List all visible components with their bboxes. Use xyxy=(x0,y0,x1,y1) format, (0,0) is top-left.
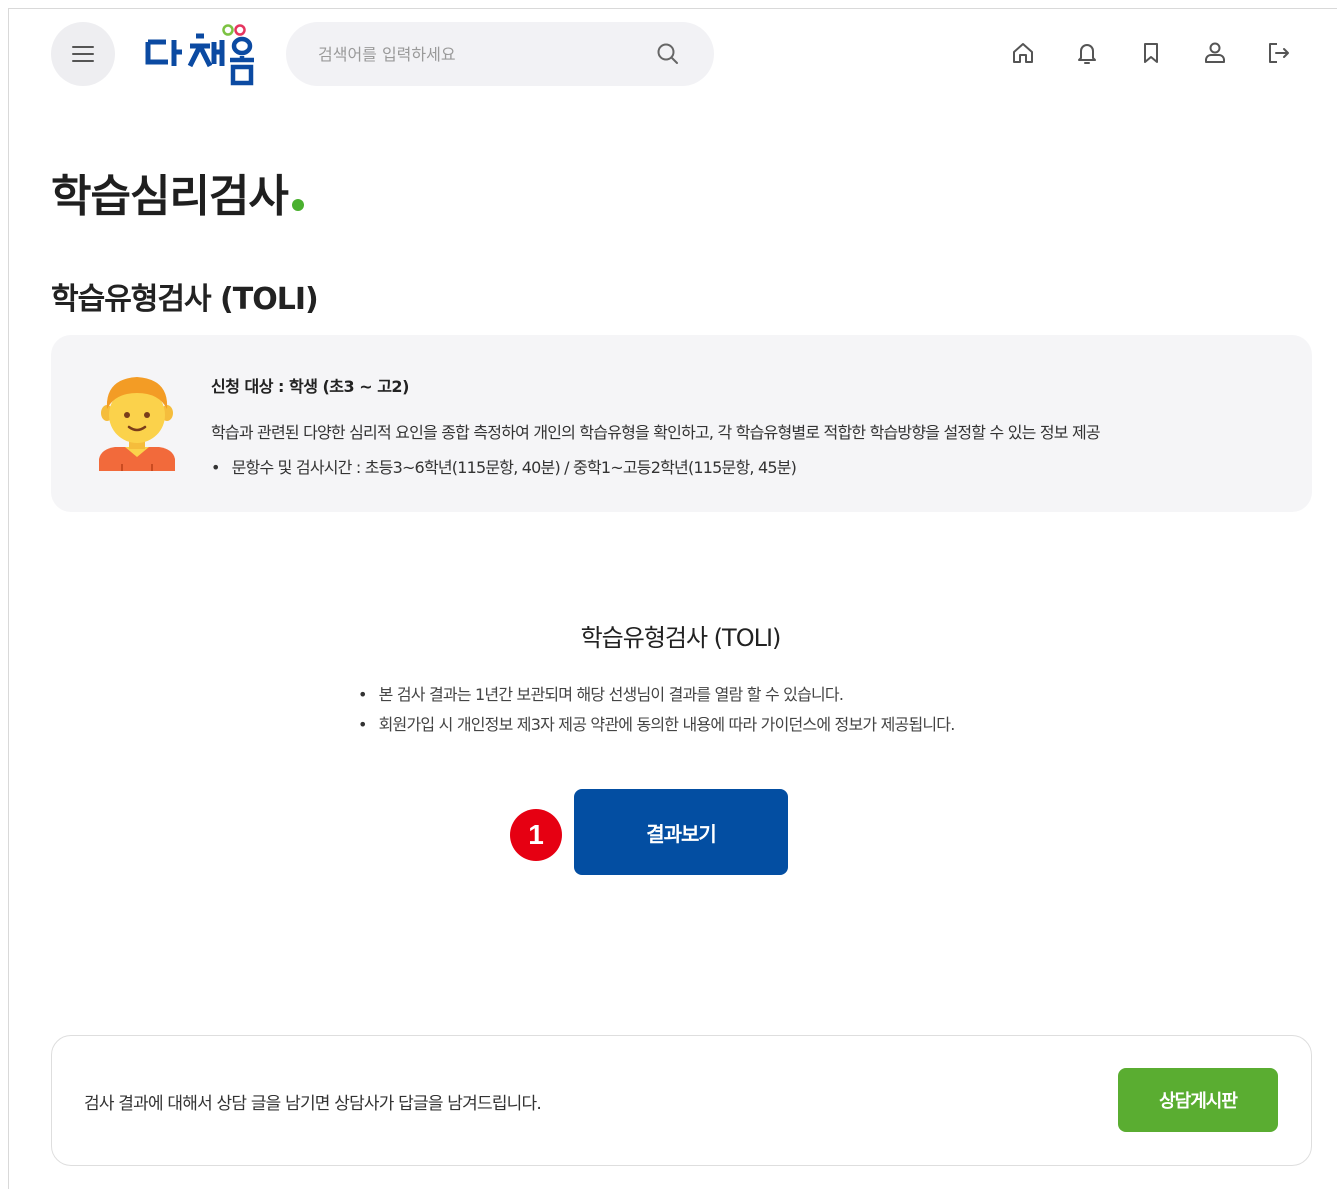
search-input[interactable] xyxy=(318,22,648,86)
page-title-text: 학습심리검사 xyxy=(51,171,289,222)
bookmark-icon xyxy=(1144,43,1158,63)
notification-button[interactable] xyxy=(1072,38,1102,68)
logo-icon xyxy=(145,24,254,86)
counsel-text: 검사 결과에 대해서 상담 글을 남기면 상담사가 답글을 남겨드립니다. xyxy=(84,1094,542,1114)
menu-button[interactable] xyxy=(51,22,115,86)
user-icon xyxy=(1205,42,1225,63)
bell-icon xyxy=(1078,44,1096,64)
home-button[interactable] xyxy=(1008,38,1038,68)
step-badge: 1 xyxy=(510,809,562,861)
test-info-card: 신청 대상 : 학생 (초3 ~ 고2) 학습과 관련된 다양한 심리적 요인을… xyxy=(51,335,1312,512)
bookmark-button[interactable] xyxy=(1136,38,1166,68)
counsel-box: 검사 결과에 대해서 상담 글을 남기면 상담사가 답글을 남겨드립니다. 상담… xyxy=(51,1035,1312,1166)
page-title: 학습심리검사 xyxy=(51,160,304,224)
counsel-board-button[interactable]: 상담게시판 xyxy=(1118,1068,1278,1132)
view-result-button[interactable]: 결과보기 xyxy=(574,789,788,875)
result-notes: 본 검사 결과는 1년간 보관되며 해당 선생님이 결과를 열람 할 수 있습니… xyxy=(358,683,956,743)
test-duration-info: 문항수 및 검사시간 : 초등3~6학년(115문항, 40분) / 중학1~고… xyxy=(211,454,797,478)
mypage-button[interactable] xyxy=(1200,38,1230,68)
section-title: 학습유형검사 (TOLI) xyxy=(51,282,319,317)
logo[interactable] xyxy=(144,22,259,88)
student-avatar-icon xyxy=(99,377,175,471)
result-section-title: 학습유형검사 (TOLI) xyxy=(580,624,782,652)
target-label: 신청 대상 : 학생 (초3 ~ 고2) xyxy=(211,377,409,396)
note-item: 회원가입 시 개인정보 제3자 제공 약관에 동의한 내용에 따라 가이던스에 … xyxy=(358,713,956,743)
search-bar xyxy=(286,22,714,86)
menu-icon xyxy=(72,46,94,62)
search-icon[interactable] xyxy=(656,42,680,66)
test-description: 학습과 관련된 다양한 심리적 요인을 종합 측정하여 개인의 학습유형을 확인… xyxy=(211,423,1101,442)
logout-button[interactable] xyxy=(1264,38,1294,68)
home-icon xyxy=(1013,43,1033,63)
logout-icon xyxy=(1269,43,1289,63)
note-item: 본 검사 결과는 1년간 보관되며 해당 선생님이 결과를 열람 할 수 있습니… xyxy=(358,683,955,713)
title-dot xyxy=(291,199,304,211)
